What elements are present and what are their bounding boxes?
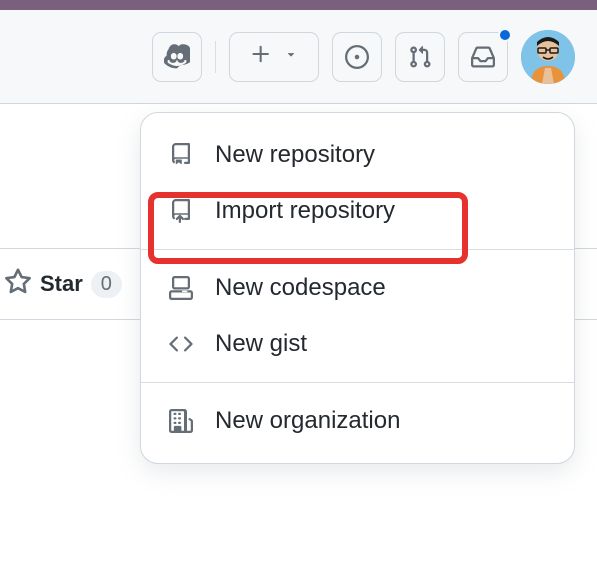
star-label[interactable]: Star xyxy=(40,271,83,297)
notification-dot xyxy=(498,28,512,42)
plus-icon xyxy=(250,43,272,70)
create-new-menu: New repository Import repository New cod… xyxy=(140,112,575,464)
triangle-down-icon xyxy=(284,47,298,66)
pull-requests-button[interactable] xyxy=(395,32,445,82)
notifications-button[interactable] xyxy=(458,32,508,82)
browser-chrome xyxy=(0,0,597,10)
create-new-button[interactable] xyxy=(229,32,319,82)
menu-item-label: New gist xyxy=(215,330,307,358)
menu-item-label: Import repository xyxy=(215,197,395,225)
menu-item-new-repository[interactable]: New repository xyxy=(141,127,574,183)
code-icon xyxy=(167,330,195,358)
inbox-icon xyxy=(471,45,495,69)
menu-separator xyxy=(141,249,574,250)
menu-item-label: New codespace xyxy=(215,274,386,302)
menu-item-label: New organization xyxy=(215,407,400,435)
copilot-button[interactable] xyxy=(152,32,202,82)
menu-separator xyxy=(141,382,574,383)
menu-item-label: New repository xyxy=(215,141,375,169)
organization-icon xyxy=(167,407,195,435)
issues-button[interactable] xyxy=(332,32,382,82)
pull-request-icon xyxy=(408,45,432,69)
copilot-icon xyxy=(164,44,190,70)
issue-icon xyxy=(345,45,369,69)
star-icon xyxy=(4,268,32,301)
user-avatar[interactable] xyxy=(521,30,575,84)
topbar xyxy=(0,10,597,104)
menu-item-new-gist[interactable]: New gist xyxy=(141,316,574,372)
menu-item-import-repository[interactable]: Import repository xyxy=(141,183,574,239)
repo-icon xyxy=(167,141,195,169)
codespace-icon xyxy=(167,274,195,302)
repo-import-icon xyxy=(167,197,195,225)
menu-item-new-organization[interactable]: New organization xyxy=(141,393,574,449)
toolbar-divider xyxy=(215,41,216,73)
star-count: 0 xyxy=(91,271,122,298)
menu-item-new-codespace[interactable]: New codespace xyxy=(141,260,574,316)
